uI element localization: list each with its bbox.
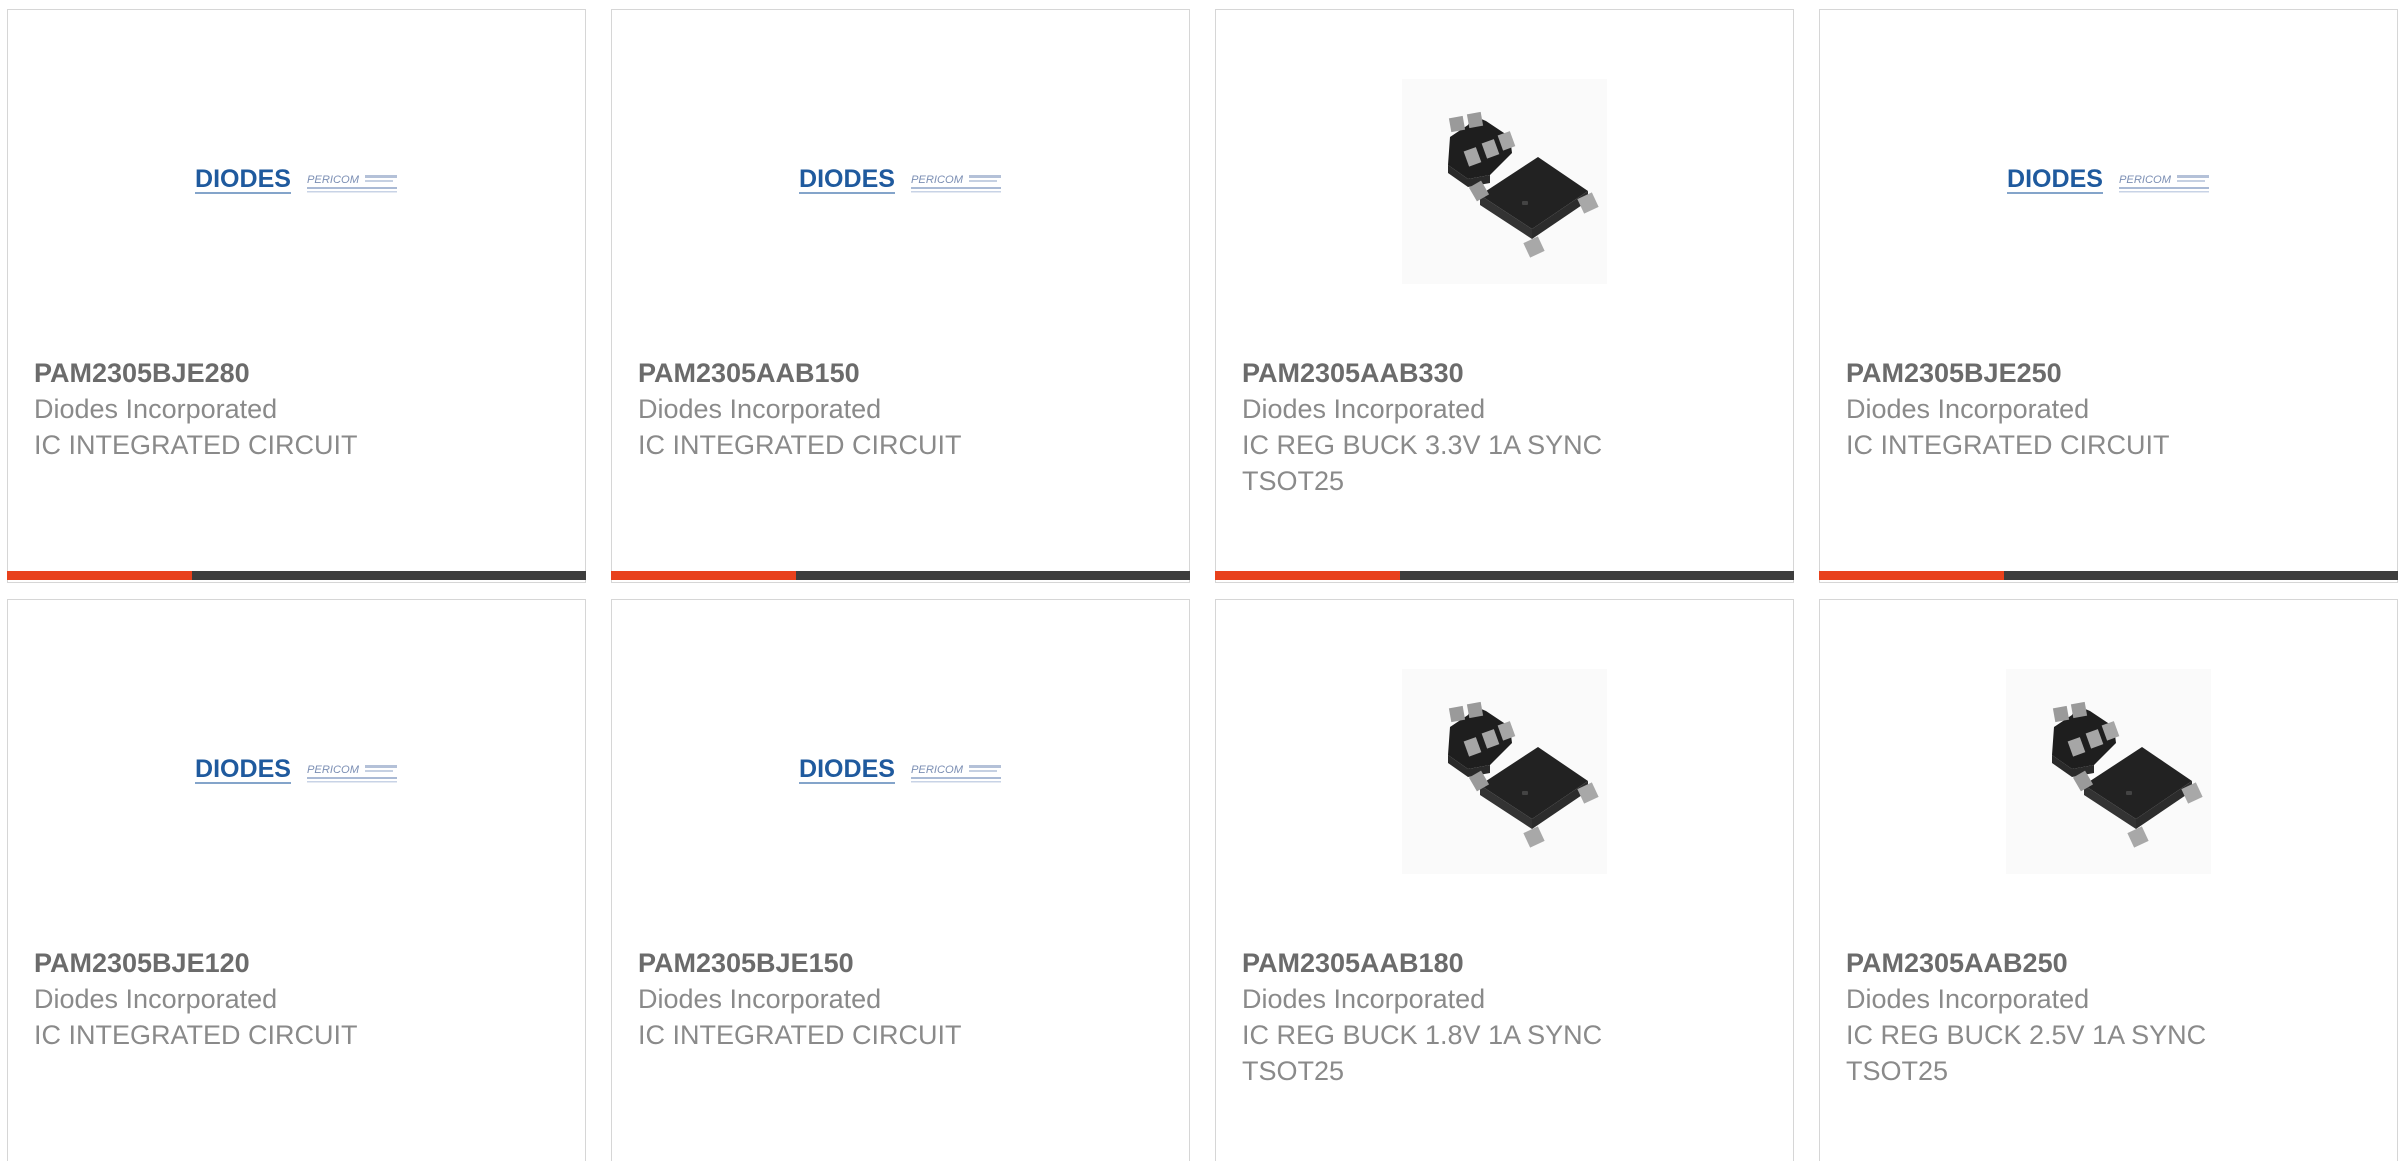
progress-fill [611,571,797,580]
product-card[interactable]: DIODES PERICOM PAM2305BJE120 Diodes Inco… [7,599,586,1161]
product-info: PAM2305AAB250 Diodes Incorporated IC REG… [1846,945,2371,1089]
description: IC REG BUCK 1.8V 1A SYNC TSOT25 [1242,1020,1603,1086]
diodes-pericom-logo: DIODES PERICOM [2007,168,2209,194]
progress-bar [1215,571,1794,580]
manufacturer: Diodes Incorporated [34,394,278,424]
svg-text:DIODES: DIODES [799,168,895,193]
product-card[interactable]: DIODES PERICOM PAM2305BJE150 Diodes Inco… [611,599,1190,1161]
part-number[interactable]: PAM2305BJE250 [1846,355,2371,391]
manufacturer: Diodes Incorporated [638,984,882,1014]
description: IC INTEGRATED CIRCUIT [1846,430,2170,460]
manufacturer: Diodes Incorporated [1846,394,2090,424]
svg-text:DIODES: DIODES [2007,168,2103,193]
svg-text:DIODES: DIODES [799,758,895,783]
description: IC REG BUCK 2.5V 1A SYNC TSOT25 [1846,1020,2207,1086]
product-image[interactable]: DIODES PERICOM [8,600,585,940]
diodes-pericom-logo: DIODES PERICOM [799,168,1001,194]
description: IC INTEGRATED CIRCUIT [34,430,358,460]
manufacturer: Diodes Incorporated [1846,984,2090,1014]
product-info: PAM2305AAB180 Diodes Incorporated IC REG… [1242,945,1767,1089]
tsot25-chip-icon [1402,79,1607,284]
part-number[interactable]: PAM2305AAB330 [1242,355,1767,391]
product-card[interactable]: DIODES PERICOM PAM2305AAB150 Diodes Inco… [611,9,1190,583]
tsot25-chip-icon [2006,669,2211,874]
product-image[interactable] [1820,600,2397,940]
progress-bar [611,571,1190,580]
description: IC INTEGRATED CIRCUIT [34,1020,358,1050]
product-info: PAM2305BJE250 Diodes Incorporated IC INT… [1846,355,2371,463]
svg-text:PERICOM: PERICOM [307,764,360,776]
svg-text:PERICOM: PERICOM [911,764,964,776]
manufacturer: Diodes Incorporated [1242,394,1486,424]
product-card[interactable]: PAM2305AAB180 Diodes Incorporated IC REG… [1215,599,1794,1161]
product-info: PAM2305AAB150 Diodes Incorporated IC INT… [638,355,1163,463]
manufacturer: Diodes Incorporated [638,394,882,424]
progress-fill [1819,571,2005,580]
diodes-pericom-logo: DIODES PERICOM [195,168,397,194]
description: IC INTEGRATED CIRCUIT [638,1020,962,1050]
part-number[interactable]: PAM2305AAB250 [1846,945,2371,981]
part-number[interactable]: PAM2305AAB180 [1242,945,1767,981]
product-card[interactable]: PAM2305AAB250 Diodes Incorporated IC REG… [1819,599,2398,1161]
part-number[interactable]: PAM2305AAB150 [638,355,1163,391]
product-card[interactable]: DIODES PERICOM PAM2305BJE250 Diodes Inco… [1819,9,2398,583]
svg-text:PERICOM: PERICOM [307,174,360,186]
diodes-pericom-logo: DIODES PERICOM [195,758,397,784]
progress-bar [1819,571,2398,580]
progress-fill [7,571,193,580]
manufacturer: Diodes Incorporated [1242,984,1486,1014]
part-number[interactable]: PAM2305BJE280 [34,355,559,391]
product-info: PAM2305BJE120 Diodes Incorporated IC INT… [34,945,559,1053]
svg-text:DIODES: DIODES [195,758,291,783]
progress-fill [1215,571,1401,580]
product-info: PAM2305BJE150 Diodes Incorporated IC INT… [638,945,1163,1053]
progress-bar [7,571,586,580]
description: IC INTEGRATED CIRCUIT [638,430,962,460]
product-image[interactable]: DIODES PERICOM [612,600,1189,940]
product-image[interactable] [1216,600,1793,940]
description: IC REG BUCK 3.3V 1A SYNC TSOT25 [1242,430,1603,496]
product-card[interactable]: DIODES PERICOM PAM2305BJE280 Diodes Inco… [7,9,586,583]
product-card[interactable]: PAM2305AAB330 Diodes Incorporated IC REG… [1215,9,1794,583]
product-image[interactable]: DIODES PERICOM [612,10,1189,350]
diodes-pericom-logo: DIODES PERICOM [799,758,1001,784]
svg-text:PERICOM: PERICOM [2119,174,2172,186]
tsot25-chip-icon [1402,669,1607,874]
product-image[interactable] [1216,10,1793,350]
part-number[interactable]: PAM2305BJE120 [34,945,559,981]
manufacturer: Diodes Incorporated [34,984,278,1014]
part-number[interactable]: PAM2305BJE150 [638,945,1163,981]
product-image[interactable]: DIODES PERICOM [8,10,585,350]
product-image[interactable]: DIODES PERICOM [1820,10,2397,350]
product-grid: DIODES PERICOM PAM2305BJE280 Diodes Inco… [0,0,2400,1161]
product-info: PAM2305BJE280 Diodes Incorporated IC INT… [34,355,559,463]
svg-text:DIODES: DIODES [195,168,291,193]
svg-text:PERICOM: PERICOM [911,174,964,186]
product-info: PAM2305AAB330 Diodes Incorporated IC REG… [1242,355,1767,499]
